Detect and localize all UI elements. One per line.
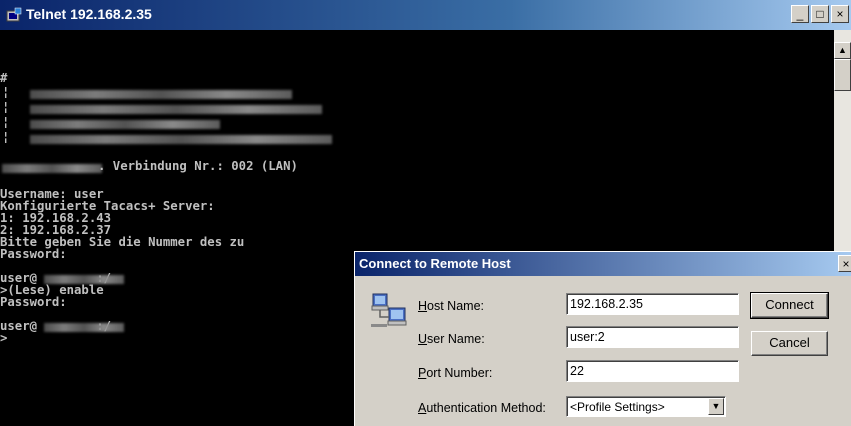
terminal-line: . Verbindung Nr.: 002 (LAN): [98, 159, 298, 173]
dialog-title: Connect to Remote Host: [359, 256, 511, 271]
redacted-text: [30, 135, 332, 144]
connect-dialog: Connect to Remote Host × Host Name: 192.…: [354, 251, 851, 426]
minimize-button[interactable]: _: [791, 5, 809, 23]
telnet-app-icon: [6, 7, 22, 22]
terminal-line-marker: ¦: [2, 100, 10, 114]
chevron-down-icon[interactable]: ▼: [708, 398, 724, 415]
user-name-input[interactable]: user:2: [566, 326, 739, 348]
network-computers-icon: [371, 293, 407, 327]
terminal-line-marker: ¦: [2, 115, 10, 129]
auth-method-select[interactable]: <Profile Settings> ▼: [566, 396, 726, 417]
terminal-line: >: [0, 331, 8, 345]
close-button[interactable]: ×: [831, 5, 849, 23]
redacted-text: [30, 90, 292, 99]
redacted-text: [30, 120, 220, 129]
host-name-label: Host Name:: [418, 299, 484, 313]
cancel-button[interactable]: Cancel: [751, 331, 828, 356]
port-number-label: Port Number:: [418, 366, 493, 380]
host-name-input[interactable]: 192.168.2.35: [566, 293, 739, 315]
terminal-line-marker: ¦: [2, 130, 10, 144]
window-titlebar[interactable]: Telnet 192.168.2.35 _ □ ×: [0, 0, 851, 30]
terminal-line-marker: ¦: [2, 85, 10, 99]
terminal-line: #: [0, 71, 8, 85]
terminal-line: Password:: [0, 247, 67, 261]
port-number-input[interactable]: 22: [566, 360, 739, 382]
terminal-line: Password:: [0, 295, 67, 309]
auth-method-label: Authentication Method:: [418, 401, 546, 415]
connect-button[interactable]: Connect: [750, 292, 829, 319]
redacted-text: [44, 323, 124, 332]
dialog-titlebar[interactable]: Connect to Remote Host ×: [355, 252, 851, 276]
dialog-close-button[interactable]: ×: [838, 255, 851, 272]
scrollbar-thumb[interactable]: [834, 59, 851, 91]
redacted-text: [30, 105, 322, 114]
redacted-text: [2, 164, 102, 173]
user-name-label: User Name:: [418, 332, 485, 346]
maximize-button[interactable]: □: [811, 5, 829, 23]
window-title: Telnet 192.168.2.35: [26, 6, 152, 22]
auth-method-value: <Profile Settings>: [570, 400, 665, 414]
scroll-up-arrow-icon[interactable]: ▲: [834, 42, 851, 59]
